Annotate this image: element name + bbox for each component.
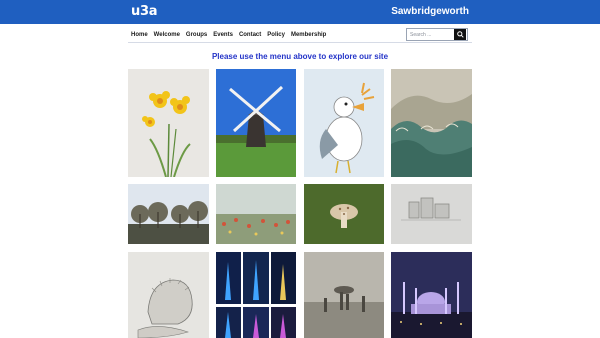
search-box xyxy=(406,28,468,41)
search-input[interactable] xyxy=(407,29,454,40)
windmill-photo[interactable] xyxy=(216,69,296,177)
rainy-street-painting[interactable] xyxy=(304,252,384,338)
pencil-building-sketch[interactable] xyxy=(391,184,472,244)
hedgehog-drawing[interactable] xyxy=(128,252,209,338)
tagline: Please use the menu above to explore our… xyxy=(211,52,389,61)
illuminated-towers-grid[interactable] xyxy=(216,252,296,338)
mosque-night-photo[interactable] xyxy=(391,252,472,338)
site-header: u3a Sawbridgeworth xyxy=(0,0,600,24)
wildflower-painting[interactable] xyxy=(216,184,296,244)
search-icon xyxy=(456,31,464,38)
u3a-logo[interactable]: u3a xyxy=(131,4,157,20)
mushroom-photo[interactable] xyxy=(304,184,384,244)
site-name[interactable]: Sawbridgeworth xyxy=(391,6,469,18)
winter-trees-photo[interactable] xyxy=(128,184,209,244)
daffodils-painting[interactable] xyxy=(128,69,209,177)
wave-print[interactable] xyxy=(391,69,472,177)
seagull-painting[interactable] xyxy=(304,69,384,177)
search-button[interactable] xyxy=(454,29,466,40)
nav-divider xyxy=(128,42,472,43)
